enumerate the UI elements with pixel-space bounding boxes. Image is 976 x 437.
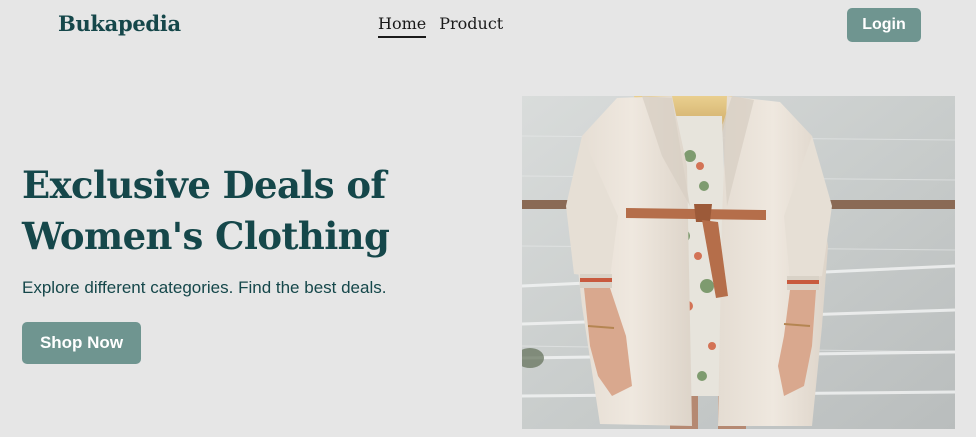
hero-title-line-2: Women's Clothing (22, 214, 390, 258)
shop-now-button[interactable]: Shop Now (22, 322, 141, 364)
hero-title: Exclusive Deals of Women's Clothing (22, 160, 422, 262)
nav-link-home[interactable]: Home (378, 14, 427, 38)
hero-title-line-1: Exclusive Deals of (22, 163, 386, 207)
brand-logo[interactable]: Bukapedia (58, 11, 181, 36)
nav-link-product[interactable]: Product (439, 14, 503, 38)
hero-image (522, 96, 955, 429)
login-button[interactable]: Login (847, 8, 921, 42)
hero-subtitle: Explore different categories. Find the b… (22, 278, 387, 297)
navbar: Bukapedia Home Product Login (0, 0, 976, 52)
nav-links: Home Product (378, 14, 503, 38)
